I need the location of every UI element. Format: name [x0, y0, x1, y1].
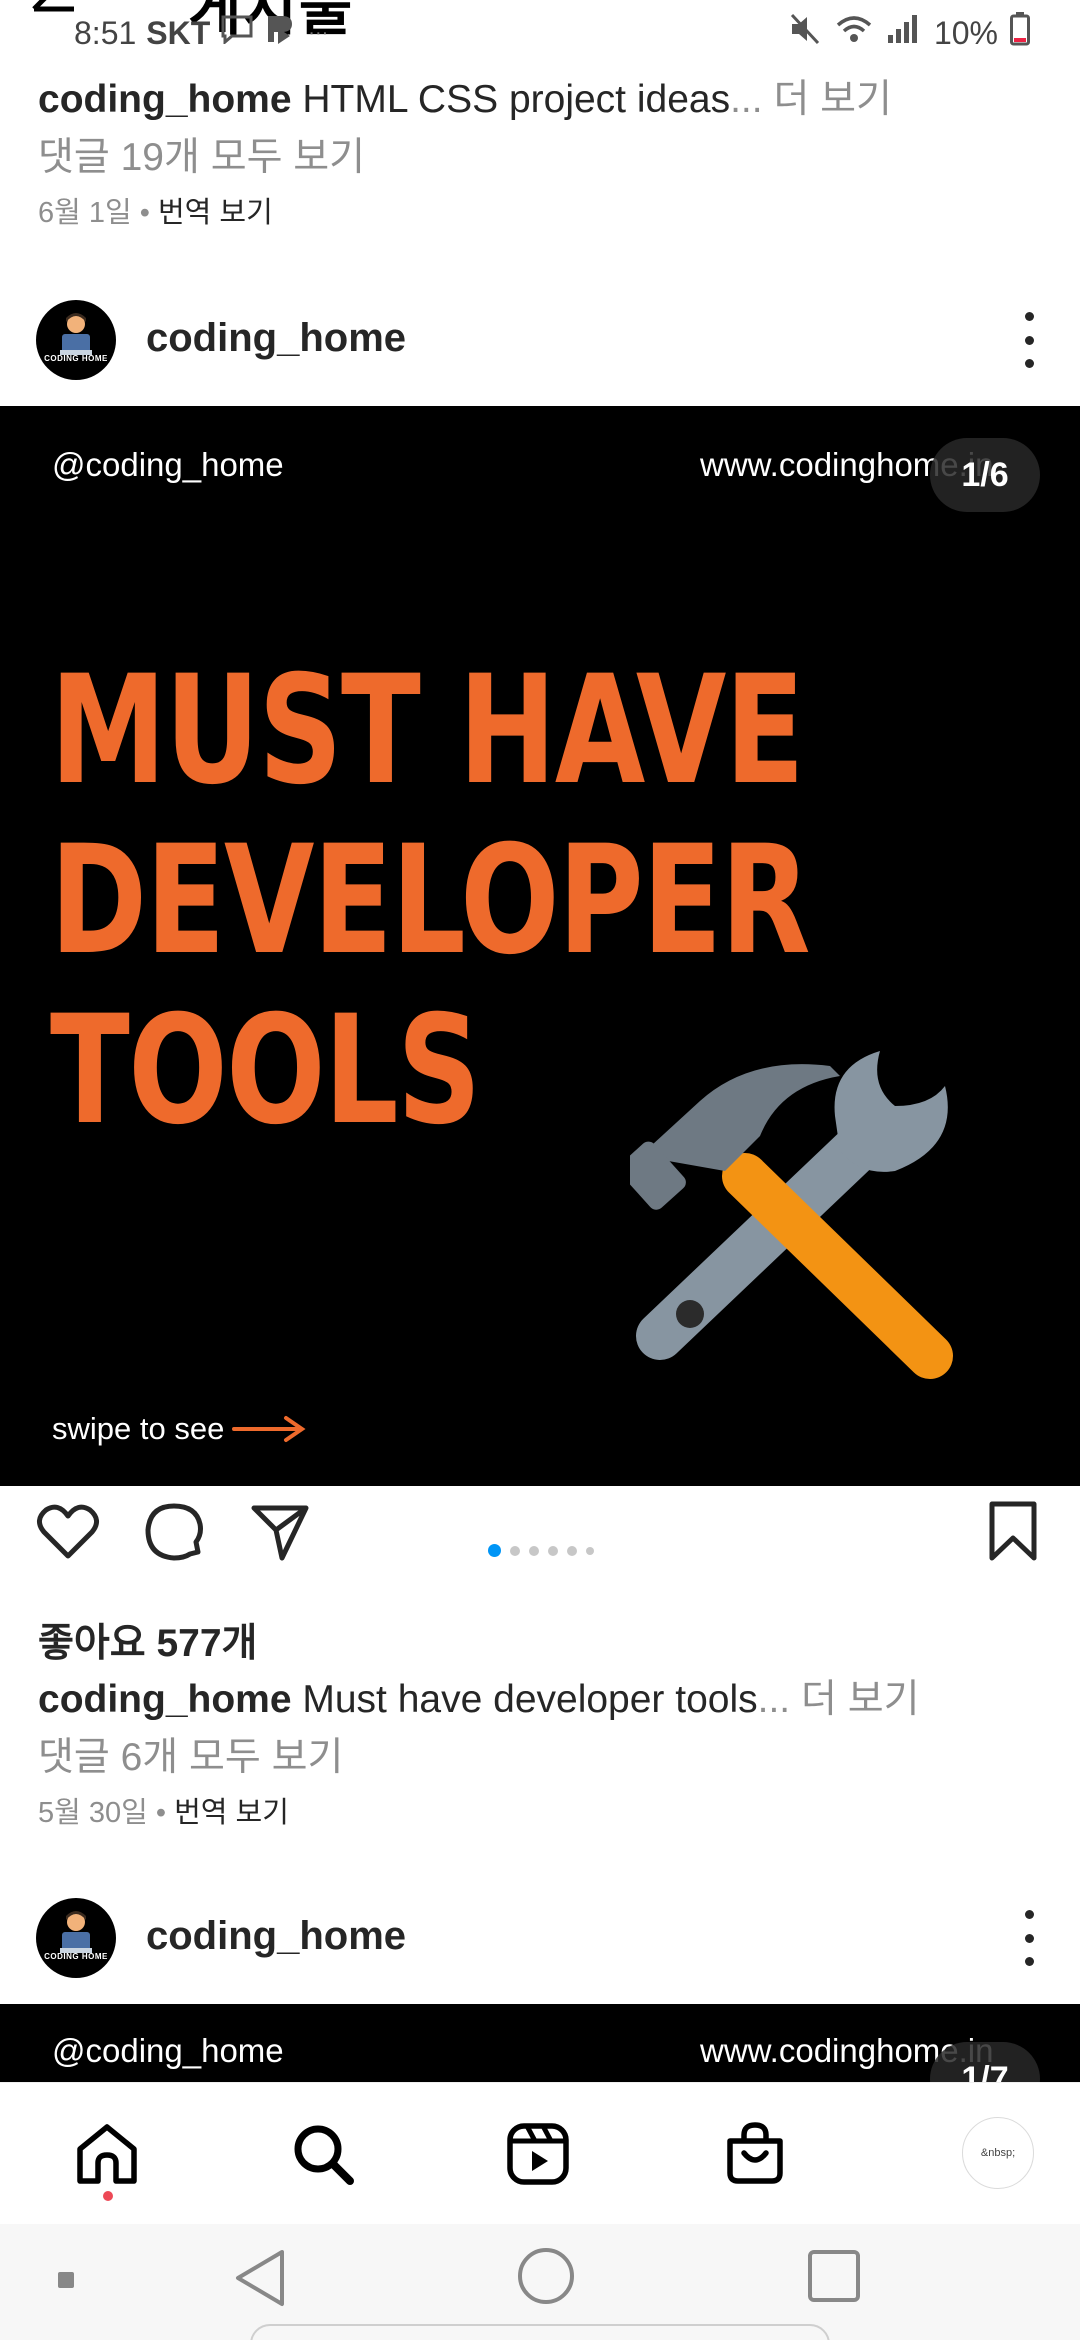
- status-time: 8:51: [74, 14, 137, 51]
- carousel-dots: [488, 1544, 594, 1557]
- post-meta: 5월 30일 • 번역 보기: [38, 1788, 1042, 1838]
- post2-caption[interactable]: coding_home Must have developer tools...…: [38, 1672, 1042, 1728]
- meta-separator: •: [155, 1797, 167, 1829]
- wifi-icon: [834, 13, 874, 53]
- post1-caption[interactable]: coding_home HTML CSS project ideas... 더 …: [38, 72, 1042, 128]
- mute-icon: [788, 13, 822, 53]
- comment-icon[interactable]: [142, 1500, 206, 1569]
- headline-line-1: MUST HAVE: [50, 644, 805, 818]
- headline-line-2: DEVELOPER: [50, 814, 811, 988]
- caption-username[interactable]: coding_home: [38, 78, 292, 121]
- post-image[interactable]: @coding_home www.codinghome.in 1/6 MUST …: [0, 406, 1080, 1486]
- caption-ellipsis: ...: [757, 1678, 791, 1721]
- post-image[interactable]: @coding_home www.codinghome.in 1/7: [0, 2004, 1080, 2084]
- caption-username[interactable]: coding_home: [38, 1678, 292, 1721]
- carousel-counter: 1/7: [930, 2042, 1040, 2084]
- likes-count[interactable]: 좋아요 577개: [38, 1612, 257, 1668]
- more-link[interactable]: 더 보기: [801, 1678, 919, 1721]
- reels-icon[interactable]: [503, 2119, 573, 2189]
- back-icon[interactable]: [232, 2248, 288, 2313]
- status-carrier: SKT: [146, 14, 211, 51]
- recents-square-icon[interactable]: [808, 2250, 860, 2302]
- translate-link[interactable]: 번역 보기: [174, 1797, 289, 1829]
- home-circle-icon[interactable]: [518, 2248, 574, 2304]
- swipe-text: swipe to see: [52, 1411, 225, 1446]
- carousel-dot: [510, 1545, 520, 1556]
- post-username[interactable]: coding_home: [146, 316, 406, 361]
- carousel-dot: [567, 1545, 577, 1556]
- post-header: CODING HOME coding_home: [0, 1888, 1080, 1988]
- message-notification-icon: [220, 14, 254, 52]
- carousel-dot: [586, 1546, 594, 1555]
- post-date: 5월 30일: [38, 1797, 148, 1829]
- image-handle: @coding_home: [52, 446, 284, 483]
- share-send-icon[interactable]: [248, 1500, 312, 1569]
- avatar-text: CODING HOME: [44, 1952, 108, 1961]
- translate-link[interactable]: 번역 보기: [158, 197, 273, 229]
- avatar[interactable]: CODING HOME: [36, 1898, 116, 1978]
- battery-icon: [1010, 12, 1030, 54]
- caption-ellipsis: ...: [730, 78, 763, 121]
- coder-avatar-icon: [60, 1911, 92, 1953]
- arrow-right-icon: [232, 1416, 306, 1442]
- more-notifications-icon: ···: [308, 21, 329, 44]
- carousel-counter: 1/6: [930, 438, 1040, 512]
- post-username[interactable]: coding_home: [146, 1914, 406, 1959]
- shop-icon[interactable]: [720, 2119, 790, 2189]
- home-notification-dot: [103, 2191, 113, 2201]
- post2-caption-area: coding_home Must have developer tools...…: [38, 1672, 1042, 1838]
- avatar[interactable]: CODING HOME: [36, 300, 116, 380]
- view-comments-link[interactable]: 댓글 6개 모두 보기: [38, 1728, 1042, 1788]
- home-icon[interactable]: [72, 2119, 142, 2189]
- caption-text: Must have developer tools: [302, 1678, 758, 1721]
- signal-icon: [886, 13, 922, 53]
- carousel-dot: [548, 1545, 558, 1556]
- swipe-hint: swipe to see: [52, 1411, 306, 1447]
- recent-dot-icon[interactable]: [58, 2272, 74, 2288]
- carousel-dot: [529, 1545, 539, 1556]
- post-header: CODING HOME coding_home: [0, 290, 1080, 390]
- more-options-icon[interactable]: [1014, 312, 1044, 368]
- profile-avatar[interactable]: &nbsp;: [962, 2117, 1034, 2189]
- carousel-dot: [488, 1544, 501, 1557]
- play-notification-icon: [264, 12, 298, 54]
- bookmark-icon[interactable]: [986, 1500, 1040, 1569]
- gesture-bar: [250, 2324, 830, 2340]
- caption-text: HTML CSS project ideas: [302, 78, 731, 121]
- like-heart-icon[interactable]: [36, 1500, 100, 1569]
- hammer-wrench-icon: [630, 1051, 953, 1379]
- bottom-nav: &nbsp;: [0, 2082, 1080, 2224]
- android-nav-bar: [0, 2224, 1080, 2340]
- battery-percent: 10%: [933, 14, 998, 51]
- post-date: 6월 1일: [38, 197, 132, 229]
- search-icon[interactable]: [288, 2119, 358, 2189]
- more-link[interactable]: 더 보기: [773, 78, 891, 121]
- status-bar: 8:51 SKT ··· 10%: [0, 12, 1080, 58]
- post1-caption-area: coding_home HTML CSS project ideas... 더 …: [38, 72, 1042, 238]
- coder-avatar-icon: [60, 313, 92, 355]
- post-meta: 6월 1일 • 번역 보기: [38, 188, 1042, 238]
- post-actions: [0, 1500, 1080, 1600]
- image-handle: @coding_home: [52, 2032, 284, 2069]
- meta-separator: •: [139, 197, 150, 229]
- more-options-icon[interactable]: [1014, 1910, 1044, 1966]
- avatar-text: CODING HOME: [44, 354, 108, 363]
- view-comments-link[interactable]: 댓글 19개 모두 보기: [38, 128, 1042, 188]
